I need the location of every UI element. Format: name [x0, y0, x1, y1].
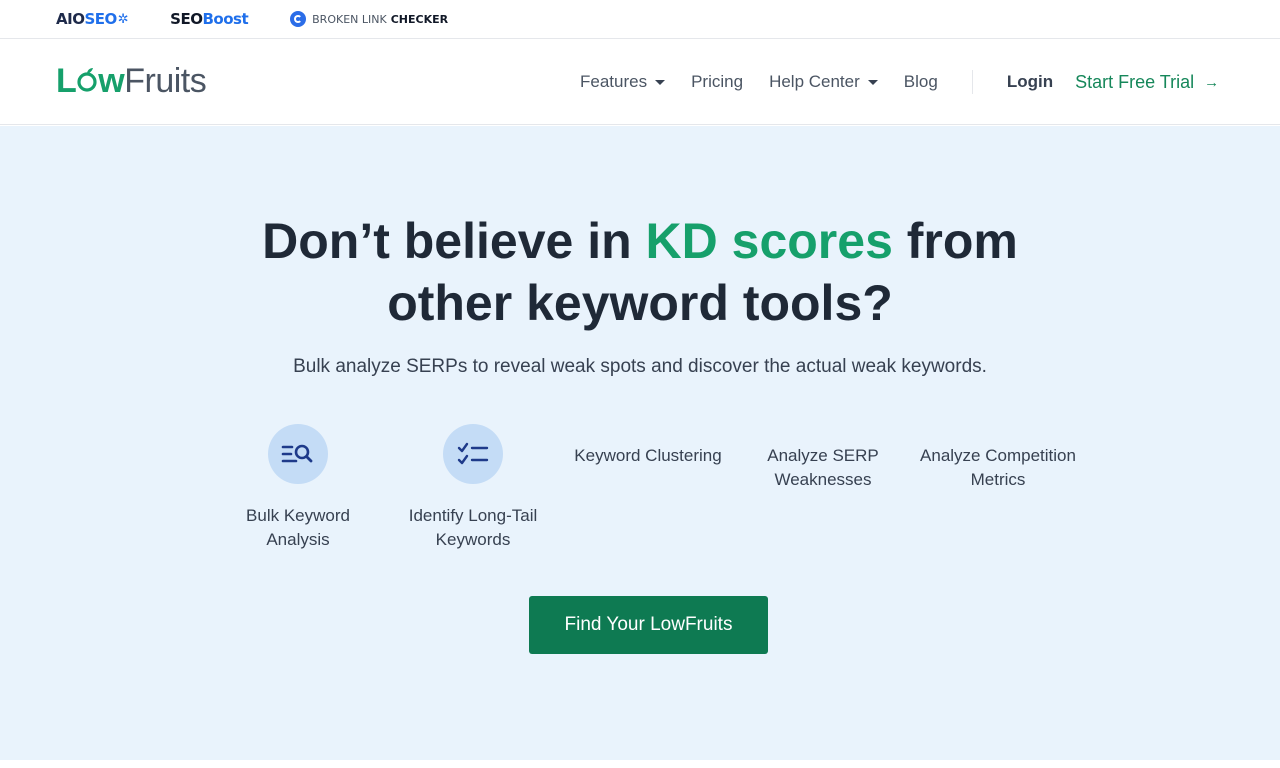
page-bottom — [0, 760, 1280, 768]
feature-bulk-keyword-analysis: Bulk Keyword Analysis — [208, 424, 388, 552]
hero-section: Don’t believe in KD scores from other ke… — [0, 126, 1280, 760]
nav-pricing[interactable]: Pricing — [691, 72, 743, 92]
nav-blog[interactable]: Blog — [904, 72, 938, 92]
find-your-lowfruits-button[interactable]: Find Your LowFruits — [529, 596, 768, 654]
hero-headline: Don’t believe in KD scores from other ke… — [262, 213, 1018, 331]
partner-bar: AIO SEO ✲ SEO Boost BROKEN LINK CHECKER — [0, 0, 1280, 39]
lowfruits-logo[interactable]: L w Fruits — [56, 62, 207, 101]
feature-keyword-clustering: Keyword Clustering — [574, 446, 722, 465]
nav-divider — [971, 70, 973, 94]
nav-features[interactable]: Features — [580, 72, 666, 92]
fruit-icon — [76, 67, 98, 93]
chevron-down-icon — [655, 79, 666, 85]
seoboost-logo[interactable]: SEO Boost — [170, 10, 248, 28]
main-navbar: L w Fruits Features Pricing Help Center B… — [0, 39, 1280, 125]
arrow-right-icon: → — [1204, 73, 1220, 91]
gear-icon: ✲ — [117, 11, 129, 27]
feature-analyze-serp-weaknesses: Analyze SERP Weaknesses — [767, 446, 879, 489]
start-free-trial-link[interactable]: Start Free Trial → — [1075, 72, 1219, 93]
feature-analyze-competition-metrics: Analyze Competition Metrics — [920, 446, 1076, 489]
nav-help-center[interactable]: Help Center — [769, 72, 878, 92]
hero-subtitle: Bulk analyze SERPs to reveal weak spots … — [293, 356, 987, 377]
checklist-icon — [443, 424, 503, 484]
chevron-down-icon — [867, 79, 878, 85]
broken-link-checker-logo[interactable]: BROKEN LINK CHECKER — [290, 11, 448, 27]
link-check-icon — [290, 11, 307, 27]
feature-identify-long-tail: Identify Long-Tail Keywords — [383, 424, 563, 552]
aioseo-logo[interactable]: AIO SEO ✲ — [56, 10, 129, 28]
search-list-icon — [268, 424, 328, 484]
login-link[interactable]: Login — [1007, 72, 1053, 92]
primary-nav: Features Pricing Help Center Blog Login … — [580, 39, 1219, 125]
